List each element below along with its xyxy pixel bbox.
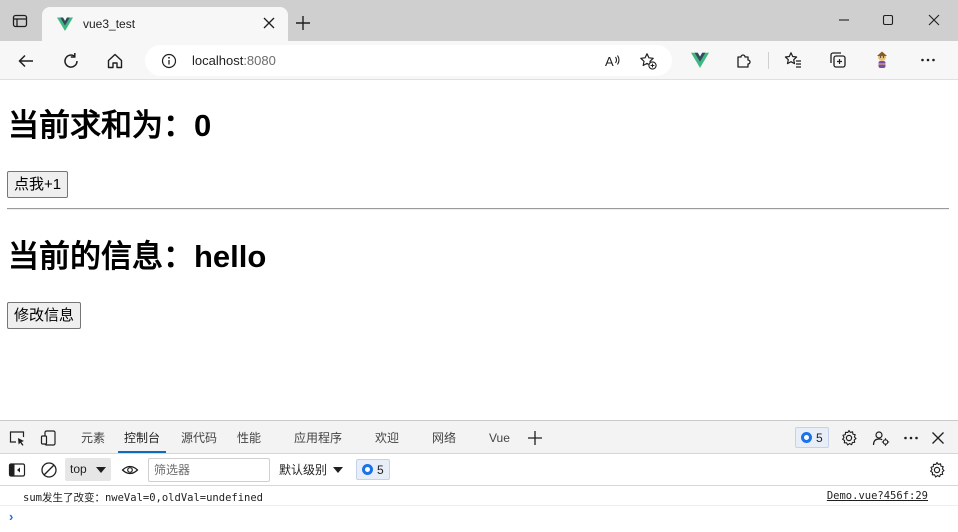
console-issues-badge[interactable]: 5 — [356, 459, 390, 480]
device-emulation-icon[interactable] — [40, 429, 58, 447]
message-icon — [801, 432, 812, 443]
tab-application[interactable]: 应用程序 — [294, 421, 342, 453]
console-settings-gear-icon[interactable] — [928, 461, 946, 479]
tab-vue[interactable]: Vue — [489, 421, 510, 453]
issues-badge[interactable]: 5 — [795, 427, 829, 448]
vue-favicon-icon — [57, 16, 73, 32]
close-icon[interactable] — [261, 15, 277, 31]
issues-count: 5 — [816, 430, 823, 445]
settings-gear-icon[interactable] — [840, 429, 858, 447]
minimize-icon[interactable] — [836, 12, 852, 28]
console-issues-count: 5 — [377, 462, 384, 477]
tab-sources[interactable]: 源代码 — [181, 421, 217, 453]
refresh-icon[interactable] — [61, 51, 81, 71]
tab-elements[interactable]: 元素 — [81, 421, 105, 453]
tab-title: vue3_test — [83, 17, 136, 31]
tab-performance[interactable]: 性能 — [237, 421, 261, 453]
console-prompt-icon[interactable]: › — [9, 509, 13, 524]
change-message-button[interactable]: 修改信息 — [7, 302, 82, 329]
url-text: localhost:8080 — [192, 53, 276, 68]
tab-network[interactable]: 网络 — [432, 421, 456, 453]
browser-tab[interactable]: vue3_test — [42, 7, 288, 41]
page-content: 当前求和为：0 点我+1 当前的信息：hello 修改信息 — [0, 80, 958, 420]
more-tabs-plus-icon[interactable] — [526, 429, 544, 447]
context-select[interactable]: top — [65, 458, 111, 481]
back-icon[interactable] — [16, 51, 36, 71]
devtools-panel: 元素 控制台 源代码 性能 应用程序 欢迎 网络 Vue 5 top 筛选器 默… — [0, 420, 958, 532]
favorite-add-icon[interactable] — [639, 52, 657, 70]
url-host: localhost — [192, 53, 244, 68]
more-options-icon[interactable] — [902, 429, 920, 447]
increment-button[interactable]: 点我+1 — [7, 171, 69, 198]
sum-heading: 当前求和为：0 — [8, 108, 212, 143]
divider — [7, 208, 949, 210]
toolbar-divider — [768, 52, 769, 69]
favorites-icon[interactable] — [783, 50, 803, 70]
collections-icon[interactable] — [828, 50, 848, 70]
vue-devtools-icon[interactable] — [690, 50, 710, 70]
navigation-bar: localhost:8080 A — [0, 41, 958, 80]
chevron-down-icon — [333, 467, 344, 473]
info-icon[interactable] — [161, 53, 177, 69]
read-aloud-icon[interactable]: A — [604, 52, 622, 70]
chevron-down-icon — [96, 467, 106, 473]
plus-icon[interactable] — [294, 14, 312, 32]
clear-console-icon[interactable] — [40, 461, 58, 479]
log-level-value: 默认级别 — [279, 463, 328, 477]
window-close-icon[interactable] — [926, 12, 942, 28]
tab-console[interactable]: 控制台 — [118, 421, 167, 453]
message-icon — [362, 464, 373, 475]
inspect-element-icon[interactable] — [8, 429, 26, 447]
console-source-link[interactable]: Demo.vue?456f:29 — [827, 490, 928, 502]
console-message-row: sum发生了改变：nweVal=0,oldVal=undefined Demo.… — [0, 486, 958, 506]
maximize-icon[interactable] — [880, 12, 896, 28]
tab-welcome[interactable]: 欢迎 — [375, 421, 399, 453]
svg-text:A: A — [605, 54, 614, 69]
url-port: :8080 — [243, 53, 276, 68]
devtools-tab-bar: 元素 控制台 源代码 性能 应用程序 欢迎 网络 Vue 5 — [0, 421, 958, 454]
sidebar-toggle-icon[interactable] — [8, 461, 26, 479]
filter-input[interactable] — [148, 458, 270, 482]
title-bar: vue3_test — [0, 0, 958, 41]
context-value: top — [70, 462, 87, 476]
extensions-icon[interactable] — [734, 50, 754, 70]
address-bar[interactable]: localhost:8080 A — [145, 45, 672, 76]
console-message-text: sum发生了改变：nweVal=0,oldVal=undefined — [23, 492, 264, 504]
console-toolbar: top 默认级别 5 — [0, 454, 958, 486]
log-level-select[interactable]: 默认级别 — [279, 459, 345, 481]
window-menu-icon[interactable] — [12, 13, 28, 29]
live-expression-eye-icon[interactable] — [121, 461, 139, 479]
close-devtools-icon[interactable] — [929, 429, 947, 447]
customize-icon[interactable] — [872, 429, 890, 447]
profile-icon[interactable] — [872, 50, 892, 70]
more-icon[interactable] — [918, 50, 938, 70]
home-icon[interactable] — [105, 51, 125, 71]
message-heading: 当前的信息：hello — [8, 239, 267, 274]
